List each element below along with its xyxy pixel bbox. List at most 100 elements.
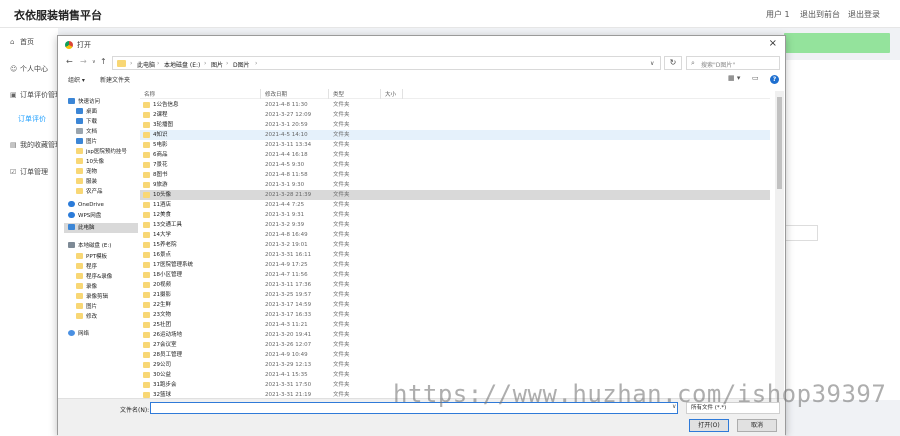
tree-item[interactable]: 宠物	[72, 167, 138, 177]
recent-chevron-icon[interactable]: ∨	[92, 59, 96, 65]
sidebar-item-favorites[interactable]: ▤ 我的收藏管理	[10, 140, 62, 150]
organize-menu[interactable]: 组织 ▾	[68, 75, 85, 84]
tree-item[interactable]: 图片✎	[72, 137, 138, 147]
table-row[interactable]: 7景花 2021-4-5 9:30 文件夹	[140, 160, 770, 170]
column-type[interactable]: 类型	[333, 90, 344, 98]
tree-item[interactable]: 本地磁盘 (E:)	[64, 241, 138, 251]
tree-item[interactable]: 此电脑	[64, 223, 138, 233]
breadcrumb-drive-e[interactable]: 本地磁盘 (E:)	[164, 60, 200, 69]
dialog-titlebar[interactable]: 打开 ×	[58, 36, 785, 54]
background-input[interactable]	[784, 225, 818, 241]
table-row[interactable]: 10头像 2021-3-28 21:39 文件夹	[140, 190, 770, 200]
table-row[interactable]: 16景点 2021-3-31 16:11 文件夹	[140, 250, 770, 260]
tree-item[interactable]: PPT模板	[72, 252, 138, 262]
table-row[interactable]: 22生鲜 2021-3-17 14:59 文件夹	[140, 300, 770, 310]
table-row[interactable]: 23文物 2021-3-17 16:33 文件夹	[140, 310, 770, 320]
table-row[interactable]: 5电影 2021-3-11 13:34 文件夹	[140, 140, 770, 150]
address-dropdown-icon[interactable]: ∨	[650, 60, 654, 67]
table-row[interactable]: 6商品 2021-4-4 16:18 文件夹	[140, 150, 770, 160]
close-button[interactable]: ×	[769, 38, 777, 49]
tree-item[interactable]: 桌面✎	[72, 107, 138, 117]
file-type: 文件夹	[333, 222, 350, 228]
table-row[interactable]: 1公告信息 2021-4-8 11:30 文件夹	[140, 100, 770, 110]
table-row[interactable]: 13交通工具 2021-3-2 9:39 文件夹	[140, 220, 770, 230]
tree-item-label: 图片	[86, 139, 98, 145]
cancel-button[interactable]: 取消	[737, 419, 777, 432]
open-button[interactable]: 打开(O)	[689, 419, 729, 432]
tree-item[interactable]: 修改	[72, 312, 138, 322]
tree-item[interactable]: 快速访问	[64, 97, 138, 107]
column-separator[interactable]	[260, 89, 261, 99]
sidebar-item-review-mgmt[interactable]: ▣ 订单评价管理	[10, 90, 62, 100]
forward-arrow-icon[interactable]: →	[80, 57, 87, 66]
tree-item[interactable]: 服装	[72, 177, 138, 187]
tree-item[interactable]: 录像剪辑	[72, 292, 138, 302]
breadcrumb-d-pictures[interactable]: D图片	[233, 60, 250, 69]
file-type: 文件夹	[333, 322, 350, 328]
table-row[interactable]: 30公益 2021-4-1 15:35 文件夹	[140, 370, 770, 380]
refresh-button[interactable]: ↻	[664, 56, 682, 70]
app-title: 衣依服装销售平台	[14, 9, 102, 22]
sidebar-item-orders[interactable]: ☑ 订单管理	[10, 167, 48, 177]
folder-icon	[143, 142, 150, 148]
file-name: 30公益	[153, 372, 171, 378]
back-to-admin-link[interactable]: 退出到前台	[800, 9, 840, 20]
tree-item[interactable]: 录像	[72, 282, 138, 292]
help-icon[interactable]: ?	[770, 75, 779, 84]
tree-item[interactable]: OneDrive	[64, 200, 138, 210]
back-arrow-icon[interactable]: ←	[66, 57, 73, 66]
table-row[interactable]: 17医院管理系统 2021-4-9 17:25 文件夹	[140, 260, 770, 270]
breadcrumb-this-pc[interactable]: 此电脑	[137, 60, 155, 69]
view-options-icon[interactable]: ▦ ▾	[728, 74, 740, 82]
table-row[interactable]: 18小区管理 2021-4-7 11:56 文件夹	[140, 270, 770, 280]
logout-link[interactable]: 退出登录	[848, 9, 880, 20]
folder-icon	[143, 132, 150, 138]
tree-item[interactable]: jsp医院预约挂号✎	[72, 147, 138, 157]
new-folder-button[interactable]: 新建文件夹	[100, 75, 130, 84]
column-separator[interactable]	[402, 89, 403, 99]
preview-pane-icon[interactable]: ▭	[752, 74, 759, 82]
dialog-toolbar: 组织 ▾ 新建文件夹 ▦ ▾ ▭ ?	[58, 73, 785, 87]
tree-item[interactable]: 图片	[72, 302, 138, 312]
breadcrumb-pictures[interactable]: 图片	[211, 60, 223, 69]
tree-item[interactable]: 文档✎	[72, 127, 138, 137]
scrollbar-thumb[interactable]	[777, 97, 782, 189]
table-row[interactable]: 14大学 2021-4-8 16:49 文件夹	[140, 230, 770, 240]
table-row[interactable]: 26运动场地 2021-3-20 19:41 文件夹	[140, 330, 770, 340]
column-separator[interactable]	[328, 89, 329, 99]
table-row[interactable]: 9旅游 2021-3-1 9:30 文件夹	[140, 180, 770, 190]
table-row[interactable]: 27会议室 2021-3-26 12:07 文件夹	[140, 340, 770, 350]
column-size[interactable]: 大小	[385, 90, 396, 98]
tree-item[interactable]: 程序&录像	[72, 272, 138, 282]
tree-item[interactable]: 网络	[64, 329, 138, 339]
address-bar[interactable]: › 此电脑 › 本地磁盘 (E:) › 图片 › D图片 › ∨	[112, 56, 661, 70]
table-row[interactable]: 3轮播图 2021-3-1 20:59 文件夹	[140, 120, 770, 130]
user-menu[interactable]: 用户 1	[766, 9, 790, 20]
column-date[interactable]: 修改日期	[265, 90, 287, 98]
sidebar-item-home[interactable]: ⌂ 首页	[10, 37, 34, 47]
vertical-scrollbar[interactable]	[775, 91, 784, 398]
up-arrow-icon[interactable]: ↑	[100, 57, 107, 66]
tree-item[interactable]: WPS网盘	[64, 211, 138, 221]
table-row[interactable]: 4知识 2021-4-5 14:10 文件夹	[140, 130, 770, 140]
search-box[interactable]: ⌕ 搜索"D图片"	[686, 56, 780, 70]
table-row[interactable]: 20视频 2021-3-11 17:36 文件夹	[140, 280, 770, 290]
file-date: 2021-3-31 17:50	[265, 382, 312, 388]
table-row[interactable]: 29公司 2021-3-29 12:13 文件夹	[140, 360, 770, 370]
sidebar-subitem-review[interactable]: 订单评价	[18, 114, 46, 124]
table-row[interactable]: 11酒店 2021-4-4 7:25 文件夹	[140, 200, 770, 210]
tree-item[interactable]: 程序	[72, 262, 138, 272]
table-row[interactable]: 12美食 2021-3-1 9:31 文件夹	[140, 210, 770, 220]
tree-item[interactable]: 下载✎	[72, 117, 138, 127]
tree-item[interactable]: 10头像	[72, 157, 138, 167]
column-name[interactable]: 名称	[144, 90, 155, 98]
sidebar-item-profile[interactable]: ☺ 个人中心	[10, 64, 48, 74]
tree-item[interactable]: 农产品	[72, 187, 138, 197]
table-row[interactable]: 21摄影 2021-3-25 19:57 文件夹	[140, 290, 770, 300]
table-row[interactable]: 28员工管理 2021-4-9 10:49 文件夹	[140, 350, 770, 360]
table-row[interactable]: 25社团 2021-4-3 11:21 文件夹	[140, 320, 770, 330]
table-row[interactable]: 2课程 2021-3-27 12:09 文件夹	[140, 110, 770, 120]
column-separator[interactable]	[380, 89, 381, 99]
table-row[interactable]: 8图书 2021-4-8 11:58 文件夹	[140, 170, 770, 180]
table-row[interactable]: 15养老院 2021-3-2 19:01 文件夹	[140, 240, 770, 250]
